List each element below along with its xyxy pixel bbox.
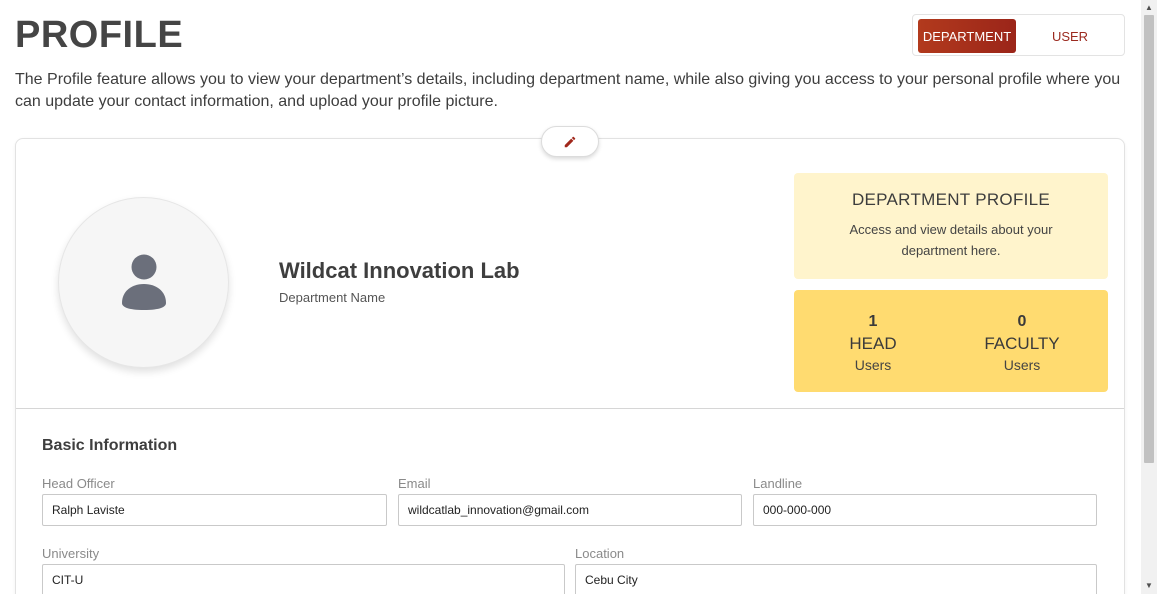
edit-button[interactable]	[541, 126, 599, 157]
head-officer-field[interactable]	[42, 494, 387, 526]
email-label: Email	[398, 476, 431, 491]
university-field[interactable]	[42, 564, 565, 594]
stat-count: 1	[868, 313, 878, 330]
page-description: The Profile feature allows you to view y…	[15, 71, 1121, 110]
user-stats-panel: 1 HEAD Users 0 FACULTY Users	[794, 290, 1108, 392]
scroll-up-icon[interactable]: ▲	[1145, 4, 1153, 12]
profile-view-toggle: DEPARTMENT USER	[912, 14, 1125, 56]
university-label: University	[42, 546, 100, 561]
department-profile-text: Access and view details about your depar…	[849, 222, 1053, 258]
landline-field[interactable]	[753, 494, 1097, 526]
head-officer-label: Head Officer	[42, 476, 115, 491]
stat-role: HEAD	[849, 334, 897, 353]
department-toggle-button[interactable]: DEPARTMENT	[918, 19, 1016, 53]
avatar	[58, 197, 229, 368]
pencil-icon	[564, 136, 576, 147]
page-scrollbar[interactable]: ▲ ▼	[1141, 0, 1157, 594]
user-icon	[121, 254, 166, 310]
department-name-caption: Department Name	[279, 290, 386, 305]
scrollbar-thumb[interactable]	[1144, 15, 1154, 463]
faculty-users-stat: 0 FACULTY Users	[962, 313, 1082, 374]
stat-count: 0	[1017, 313, 1027, 330]
location-field[interactable]	[575, 564, 1097, 594]
basic-information-title: Basic Information	[42, 437, 178, 454]
stat-unit: Users	[1003, 357, 1041, 373]
head-users-stat: 1 HEAD Users	[813, 313, 933, 374]
page-title: PROFILE	[15, 14, 184, 56]
scroll-down-icon[interactable]: ▼	[1145, 582, 1153, 590]
user-toggle-button[interactable]: USER	[1020, 19, 1120, 53]
department-profile-panel: DEPARTMENT PROFILE Access and view detai…	[794, 173, 1108, 279]
email-field[interactable]	[398, 494, 742, 526]
stat-role: FACULTY	[984, 334, 1060, 353]
landline-label: Landline	[753, 476, 803, 491]
location-label: Location	[575, 546, 625, 561]
department-name: Wildcat Innovation Lab	[279, 258, 520, 283]
department-profile-heading: DEPARTMENT PROFILE	[851, 190, 1051, 209]
stat-unit: Users	[854, 357, 892, 373]
section-divider	[16, 408, 1124, 409]
